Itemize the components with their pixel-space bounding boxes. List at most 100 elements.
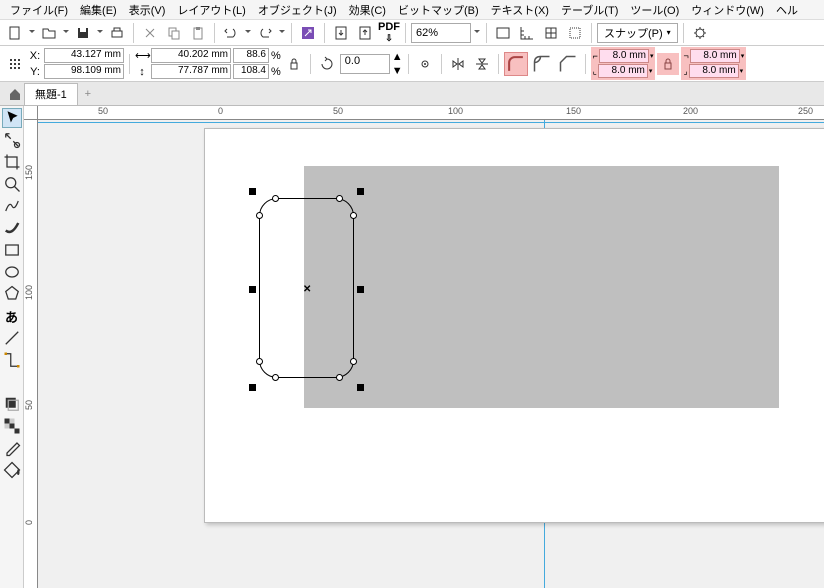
new-doc-button[interactable]	[4, 22, 26, 44]
width-icon: ⟷	[135, 49, 149, 62]
corner-scallop-button[interactable]	[530, 52, 554, 76]
zoom-input[interactable]: 62%	[411, 23, 471, 43]
selection-handle-tl[interactable]	[249, 188, 256, 195]
snap-button[interactable]: スナップ(P)▾	[597, 23, 678, 43]
copy-button[interactable]	[163, 22, 185, 44]
width-input[interactable]: 40.202 mm	[151, 48, 231, 63]
corner-handle[interactable]	[256, 358, 263, 365]
lock-ratio-button[interactable]	[283, 53, 305, 75]
menu-view[interactable]: 表示(V)	[123, 0, 172, 20]
shape-tool[interactable]	[2, 130, 22, 150]
eyedropper-tool[interactable]	[2, 438, 22, 458]
corner-br-input[interactable]: 8.0 mm	[689, 64, 739, 78]
mirror-v-button[interactable]	[471, 53, 493, 75]
mirror-h-button[interactable]	[447, 53, 469, 75]
corner-tl-icon: ⌐	[593, 51, 598, 61]
menu-file[interactable]: ファイル(F)	[4, 0, 74, 20]
menu-layout[interactable]: レイアウト(L)	[171, 0, 251, 20]
redo-button[interactable]	[254, 22, 276, 44]
selection-handle-tr[interactable]	[357, 188, 364, 195]
corner-handle[interactable]	[272, 374, 279, 381]
search-button[interactable]	[297, 22, 319, 44]
menu-object[interactable]: オブジェクト(J)	[252, 0, 343, 20]
y-input[interactable]: 98.109 mm	[44, 64, 124, 79]
menu-table[interactable]: テーブル(T)	[555, 0, 624, 20]
polygon-tool[interactable]	[2, 284, 22, 304]
transparency-tool[interactable]	[2, 416, 22, 436]
menu-text[interactable]: テキスト(X)	[485, 0, 555, 20]
connector-tool[interactable]	[2, 350, 22, 370]
rotation-input[interactable]: 0.0	[340, 54, 390, 74]
guides-button[interactable]	[564, 22, 586, 44]
open-button[interactable]	[38, 22, 60, 44]
undo-button[interactable]	[220, 22, 242, 44]
selection-handle-mr[interactable]	[357, 286, 364, 293]
fullscreen-button[interactable]	[492, 22, 514, 44]
rotation-spinner[interactable]: ▲▼	[392, 51, 403, 77]
corner-tl-input[interactable]: 8.0 mm	[599, 49, 649, 63]
presets-icon[interactable]	[4, 53, 26, 75]
selection-handle-br[interactable]	[357, 384, 364, 391]
freehand-tool[interactable]	[2, 196, 22, 216]
scale-y-input[interactable]: 108.4	[233, 64, 269, 79]
corner-bl-input[interactable]: 8.0 mm	[598, 64, 648, 78]
print-button[interactable]	[106, 22, 128, 44]
export-button[interactable]	[354, 22, 376, 44]
pick-tool[interactable]	[2, 108, 22, 128]
redo-dropdown[interactable]	[278, 30, 286, 36]
rulers-button[interactable]	[516, 22, 538, 44]
ellipse-tool[interactable]	[2, 262, 22, 282]
menu-bitmap[interactable]: ビットマップ(B)	[392, 0, 485, 20]
rectangle-tool[interactable]	[2, 240, 22, 260]
open-dropdown[interactable]	[62, 30, 70, 36]
horizontal-ruler[interactable]: 50 0 50 100 150 200 250	[38, 106, 824, 120]
grid-button[interactable]	[540, 22, 562, 44]
corner-handle[interactable]	[336, 374, 343, 381]
ruler-corner[interactable]	[24, 106, 38, 120]
save-button[interactable]	[72, 22, 94, 44]
zoom-dropdown[interactable]	[473, 30, 481, 36]
options-button[interactable]	[689, 22, 711, 44]
corner-handle[interactable]	[350, 358, 357, 365]
horizontal-guide[interactable]	[38, 122, 824, 123]
canvas-area[interactable]: 50 0 50 100 150 200 250 150 100 50 0 ✕	[24, 106, 824, 588]
paste-button[interactable]	[187, 22, 209, 44]
corner-handle[interactable]	[272, 195, 279, 202]
selection-handle-bl[interactable]	[249, 384, 256, 391]
undo-dropdown[interactable]	[244, 30, 252, 36]
menu-window[interactable]: ウィンドウ(W)	[685, 0, 770, 20]
menu-tool[interactable]: ツール(O)	[624, 0, 685, 20]
corner-handle[interactable]	[336, 195, 343, 202]
menu-edit[interactable]: 編集(E)	[74, 0, 123, 20]
zoom-tool[interactable]	[2, 174, 22, 194]
menu-help[interactable]: ヘル	[770, 0, 804, 20]
menu-effect[interactable]: 効果(C)	[343, 0, 392, 20]
corner-lock-button[interactable]	[657, 53, 679, 75]
corner-chamfer-button[interactable]	[556, 52, 580, 76]
height-input[interactable]: 77.787 mm	[151, 64, 231, 79]
corner-tr-input[interactable]: 8.0 mm	[690, 49, 740, 63]
pdf-export-button[interactable]: PDF⇩	[378, 22, 400, 44]
parallel-dim-tool[interactable]	[2, 328, 22, 348]
drop-shadow-tool[interactable]	[2, 394, 22, 414]
text-tool[interactable]: あ	[2, 306, 22, 326]
home-button[interactable]	[4, 83, 26, 105]
corner-handle[interactable]	[256, 212, 263, 219]
save-dropdown[interactable]	[96, 30, 104, 36]
scale-x-input[interactable]: 88.6	[233, 48, 269, 63]
document-tab[interactable]: 無題-1	[24, 83, 78, 105]
corner-round-button[interactable]	[504, 52, 528, 76]
artistic-tool[interactable]	[2, 218, 22, 238]
add-tab-button[interactable]: +	[78, 84, 98, 104]
crop-tool[interactable]	[2, 152, 22, 172]
selection-handle-ml[interactable]	[249, 286, 256, 293]
new-doc-dropdown[interactable]	[28, 30, 36, 36]
gray-rectangle-object[interactable]	[304, 166, 779, 408]
fill-tool[interactable]	[2, 460, 22, 480]
corner-handle[interactable]	[350, 212, 357, 219]
cut-button[interactable]	[139, 22, 161, 44]
vertical-ruler[interactable]: 150 100 50 0	[24, 120, 38, 588]
x-input[interactable]: 43.127 mm	[44, 48, 124, 63]
selection-center[interactable]: ✕	[303, 284, 311, 295]
import-button[interactable]	[330, 22, 352, 44]
